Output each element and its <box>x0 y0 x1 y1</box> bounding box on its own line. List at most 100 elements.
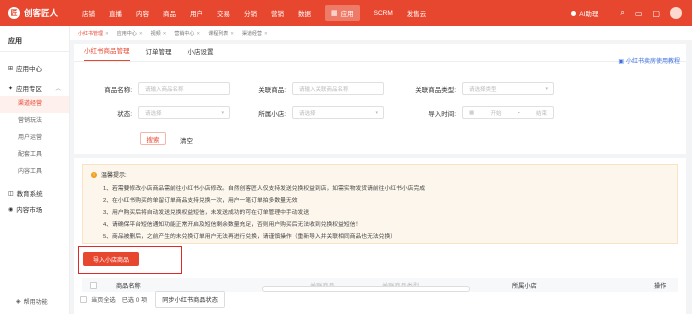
page-select-all-label: 当页全选 <box>91 296 116 304</box>
crumb-tab[interactable]: 课程列表 ✕ <box>208 30 234 37</box>
nav-item-launch-cloud[interactable]: 发售云 <box>407 8 427 18</box>
nav-item-live[interactable]: 直播 <box>109 8 122 18</box>
chevron-down-icon: ▾ <box>545 85 548 92</box>
linked-type-select[interactable]: 请选择类型 ▾ <box>462 82 554 95</box>
status-label: 状态: <box>117 110 132 118</box>
nav-item-apps[interactable]: ▦ 应用 <box>325 5 360 21</box>
notice-title: ! 温馨提示: <box>91 170 127 179</box>
notice-line: 2、在小红书购买的单留订单商品支持兑换一次，用户一笔订单拍多数量无效 <box>103 198 298 204</box>
tab-order-management[interactable]: 订单管理 <box>146 46 172 61</box>
calendar-icon: ▦ <box>469 109 475 116</box>
status-placeholder: 请选择 <box>145 110 162 117</box>
import-shop-products-button[interactable]: 导入小店商品 <box>83 252 139 266</box>
sidebar-group-education[interactable]: ◫ 教育系统 <box>0 185 69 201</box>
shop-select[interactable]: 请选择 ▾ <box>292 106 384 119</box>
crumb-tab[interactable]: 视频 ✕ <box>151 30 167 37</box>
apps-grid-icon: ▦ <box>331 10 338 17</box>
shop-label: 所属小店: <box>258 110 286 118</box>
nav-item-scrm[interactable]: SCRM <box>374 10 393 17</box>
calendar-icon[interactable]: ▭ <box>635 9 643 18</box>
search-icon[interactable]: ⌕ <box>620 8 624 18</box>
linked-product-label: 关联商品: <box>258 86 286 94</box>
ai-assistant-label: AI助理 <box>579 11 599 18</box>
table-footer: 当页全选 已选 0 项 同步小红书商品状态 <box>74 288 686 310</box>
clear-button[interactable]: 清空 <box>180 135 193 145</box>
sidebar-title: 应用 <box>0 26 69 52</box>
crumb-label: 视频 <box>150 30 161 37</box>
crumb-tab[interactable]: 渠道经营 ✕ <box>242 30 268 37</box>
tutorial-link[interactable]: ▣ 小红书卖房使用教程 <box>618 56 680 65</box>
close-icon[interactable]: ✕ <box>163 31 167 36</box>
nav-item-trade[interactable]: 交易 <box>217 8 230 18</box>
sidebar-group-app-zone[interactable]: ✦ 应用专区 ︿ <box>0 80 69 96</box>
nav-item-store[interactable]: 店铺 <box>82 8 95 18</box>
sidebar: 应用 ⊞ 应用中心 ✦ 应用专区 ︿ 渠道经营 营销玩法 用户运营 配套工具 内… <box>0 26 70 314</box>
tab-bar: 小红书商品管理 订单管理 小店设置 <box>74 44 686 62</box>
product-name-label: 商品名称: <box>104 86 132 94</box>
shop-placeholder: 请选择 <box>299 110 316 117</box>
close-icon[interactable]: ✕ <box>105 31 109 36</box>
start-date: 开始 <box>490 110 502 117</box>
nav-item-products[interactable]: 商品 <box>163 8 176 18</box>
sidebar-item-content-tools[interactable]: 内容工具 <box>0 164 69 181</box>
sync-status-button[interactable]: 同步小红书商品状态 <box>155 290 225 308</box>
sidebar-item-user-ops[interactable]: 用户运营 <box>0 130 69 147</box>
help-label: 帮用功能 <box>23 300 48 306</box>
filter-row-1: 商品名称: 请输入商品名称 <box>74 82 230 95</box>
crumb-tab[interactable]: 营销中心 ✕ <box>174 30 200 37</box>
close-icon[interactable]: ✕ <box>196 31 200 36</box>
sidebar-group-app-center[interactable]: ⊞ 应用中心 <box>0 60 69 76</box>
sidebar-group-label: 应用中心 <box>16 66 43 73</box>
nav-item-content[interactable]: 内容 <box>136 8 149 18</box>
filter-card: 小红书商品管理 订单管理 小店设置 ▣ 小红书卖房使用教程 商品名称: 请输入商品… <box>74 44 686 154</box>
ai-assistant-button[interactable]: AI助理 <box>571 8 598 18</box>
filter-status: 状态: 请选择 ▾ <box>74 106 230 119</box>
notice-title-text: 温馨提示: <box>101 173 127 179</box>
linked-type-placeholder: 请选择类型 <box>469 86 497 93</box>
product-name-input[interactable]: 请输入商品名称 <box>138 82 230 95</box>
crumb-tab[interactable]: 应用中心 ✕ <box>117 30 143 37</box>
nav-item-data[interactable]: 数据 <box>298 8 311 18</box>
nav-item-users[interactable]: 用户 <box>190 8 203 18</box>
sidebar-item-tools[interactable]: 配套工具 <box>0 147 69 164</box>
nav-item-distribution[interactable]: 分销 <box>244 8 257 18</box>
top-bar: 匠 创客匠人 店铺 直播 内容 商品 用户 交易 分销 营销 数据 ▦ 应用 S… <box>0 0 692 26</box>
crumb-label: 渠道经营 <box>241 30 262 37</box>
avatar[interactable] <box>670 7 682 19</box>
notice-line: 1、若需要修改小店商品需前往小红书小店修改。自然创客匠人仅支持发送兑换权益到店，… <box>103 186 426 192</box>
nav-item-marketing[interactable]: 营销 <box>271 8 284 18</box>
ai-dot-icon <box>571 10 577 16</box>
linked-product-input[interactable]: 请输入关联商品名称 <box>292 82 384 95</box>
tab-shop-settings[interactable]: 小店设置 <box>188 46 214 61</box>
book-icon: ▣ <box>618 59 624 65</box>
breadcrumb: 小红书管理 ✕ 应用中心 ✕ 视频 ✕ 营销中心 ✕ 课程列表 ✕ 渠道经营 ✕ <box>70 26 692 40</box>
sidebar-item-marketing-play[interactable]: 营销玩法 <box>0 113 69 130</box>
crumb-tab[interactable]: 小红书管理 ✕ <box>78 30 109 37</box>
close-icon[interactable]: ✕ <box>264 31 268 36</box>
help-button[interactable]: ◈ 帮用功能 <box>16 297 48 306</box>
close-icon[interactable]: ✕ <box>230 31 234 36</box>
status-select[interactable]: 请选择 ▾ <box>138 106 230 119</box>
grid-icon: ⊞ <box>8 65 14 72</box>
sidebar-group-content-market[interactable]: ◉ 内容市场 <box>0 201 69 217</box>
crumb-label: 营销中心 <box>174 30 195 37</box>
close-icon[interactable]: ✕ <box>139 31 143 36</box>
crumb-label: 课程列表 <box>208 30 229 37</box>
brand-name: 创客匠人 <box>24 8 59 18</box>
sidebar-item-channel[interactable]: 渠道经营 <box>0 96 69 113</box>
notice-box: ! 温馨提示: 1、若需要修改小店商品需前往小红书小店修改。自然创客匠人仅支持发… <box>82 164 678 244</box>
search-button[interactable]: 搜索 <box>140 132 166 145</box>
top-nav: 店铺 直播 内容 商品 用户 交易 分销 营销 数据 ▦ 应用 SCRM 发售云 <box>82 0 440 26</box>
book-icon: ◫ <box>8 190 14 197</box>
nav-item-apps-label: 应用 <box>340 11 354 18</box>
import-highlight-box: 导入小店商品 <box>78 246 182 274</box>
chevron-down-icon: ▾ <box>375 109 378 116</box>
import-time-range[interactable]: ▦ 开始 - 结束 <box>462 106 554 119</box>
sidebar-group-label: 教育系统 <box>16 191 43 198</box>
page-select-all-checkbox[interactable] <box>80 295 87 303</box>
tab-product-management[interactable]: 小红书商品管理 <box>84 45 130 61</box>
linked-type-label: 关联商品类型: <box>415 86 456 94</box>
brand-logo[interactable]: 匠 创客匠人 <box>0 7 82 19</box>
crumb-label: 小红书管理 <box>78 30 104 37</box>
message-icon[interactable]: ▢ <box>652 9 660 18</box>
